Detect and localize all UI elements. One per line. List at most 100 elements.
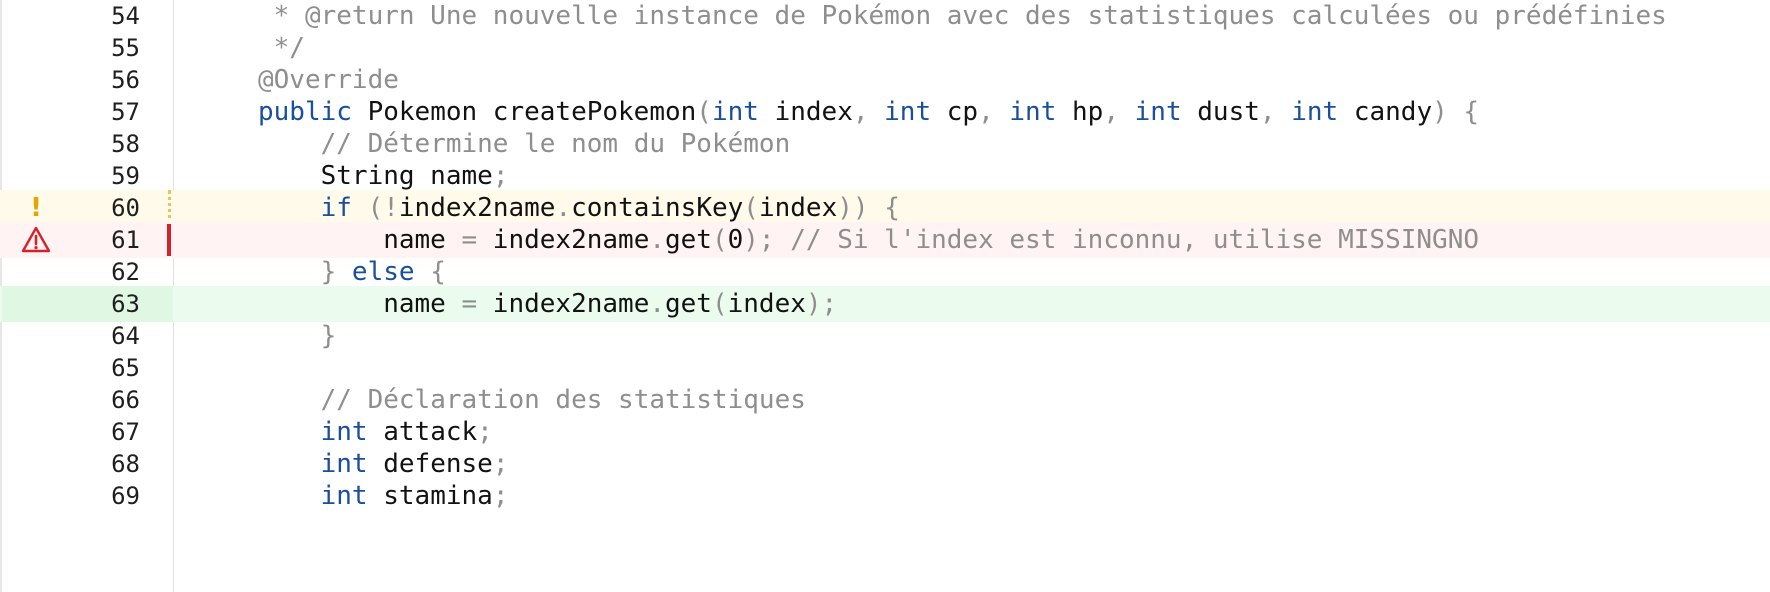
line-number: 56 xyxy=(111,66,140,94)
line-number: 61 xyxy=(111,226,140,254)
code-line[interactable]: 61 name = index2name.get(0); // Si l'ind… xyxy=(0,222,1770,258)
code-line[interactable]: 55 */ xyxy=(0,30,1770,66)
code-line[interactable]: 65 xyxy=(0,350,1770,386)
line-number: 62 xyxy=(111,258,140,286)
code-text[interactable]: String name; xyxy=(258,158,509,194)
code-token: @Override xyxy=(258,65,399,95)
code-line[interactable]: 57 public Pokemon createPokemon(int index… xyxy=(0,94,1770,130)
code-text[interactable]: } xyxy=(258,318,337,354)
code-text[interactable]: public Pokemon createPokemon(int index, … xyxy=(258,94,1479,130)
code-token: ( xyxy=(696,97,712,127)
code-token: , xyxy=(1103,97,1135,127)
code-text[interactable]: name = index2name.get(0); // Si l'index … xyxy=(258,222,1479,258)
code-line[interactable]: 63 name = index2name.get(index); xyxy=(0,286,1770,322)
code-token: String name xyxy=(258,161,493,191)
code-token: (! xyxy=(351,193,399,223)
code-token: ( xyxy=(711,225,728,255)
line-number: 55 xyxy=(111,34,140,62)
code-token: { xyxy=(414,257,446,287)
code-token: ); xyxy=(743,225,791,255)
line-number: 63 xyxy=(111,290,140,318)
code-token: int xyxy=(320,481,368,511)
line-number: 68 xyxy=(111,450,140,478)
code-text[interactable]: name = index2name.get(index); xyxy=(258,286,837,322)
code-line[interactable]: 66 // Déclaration des statistiques xyxy=(0,382,1770,418)
code-token: else xyxy=(351,257,415,287)
code-token: , xyxy=(978,97,1010,127)
code-token: containsKey xyxy=(571,193,744,223)
code-token: // Déclaration des statistiques xyxy=(320,385,806,415)
code-token: = xyxy=(461,289,478,319)
code-line[interactable]: 58 // Détermine le nom du Pokémon xyxy=(0,126,1770,162)
code-token: int xyxy=(1134,97,1182,127)
code-token: int xyxy=(320,417,368,447)
code-token: ; xyxy=(492,449,509,479)
code-token: dust xyxy=(1181,97,1260,127)
code-token: if xyxy=(320,193,352,223)
code-text[interactable]: int stamina; xyxy=(258,478,509,514)
line-number: 69 xyxy=(111,482,140,510)
code-line[interactable]: 67 int attack; xyxy=(0,414,1770,450)
code-token: = xyxy=(461,225,478,255)
code-text[interactable]: @Override xyxy=(258,62,399,98)
code-editor[interactable]: 54 * @return Une nouvelle instance de Po… xyxy=(0,0,1770,592)
code-line[interactable]: 60! if (!index2name.containsKey(index)) … xyxy=(0,190,1770,226)
code-token: get xyxy=(665,289,712,319)
line-number: 65 xyxy=(111,354,140,382)
line-number: 64 xyxy=(111,322,140,350)
warning-exclamation-icon[interactable]: ! xyxy=(20,192,52,224)
line-number: 59 xyxy=(111,162,140,190)
code-token: ( xyxy=(743,193,759,223)
code-token: , xyxy=(852,97,885,127)
code-text[interactable]: int defense; xyxy=(258,446,509,482)
code-token: } xyxy=(258,257,352,287)
code-token: hp xyxy=(1056,97,1104,127)
code-text[interactable]: */ xyxy=(258,30,305,66)
code-token: ; xyxy=(492,161,509,191)
code-text[interactable]: int attack; xyxy=(258,414,493,450)
error-change-stripe xyxy=(167,224,171,256)
code-token: index2name xyxy=(477,225,650,255)
code-text[interactable]: } else { xyxy=(258,254,446,290)
line-number: 66 xyxy=(111,386,140,414)
code-token: int xyxy=(320,449,368,479)
code-token: . xyxy=(555,193,572,223)
line-number: 67 xyxy=(111,418,140,446)
code-token: ; xyxy=(477,417,493,447)
code-line[interactable]: 62 } else { xyxy=(0,254,1770,290)
code-token: )) { xyxy=(837,193,900,223)
code-line[interactable]: 64 } xyxy=(0,318,1770,354)
code-token: * @return Une nouvelle instance de Pokém… xyxy=(258,1,1667,31)
line-number: 54 xyxy=(111,2,140,30)
code-token: ); xyxy=(805,289,838,319)
code-token: } xyxy=(258,321,337,351)
code-token: name xyxy=(258,225,462,255)
code-token: candy xyxy=(1338,97,1433,127)
code-token: ( xyxy=(711,289,728,319)
code-token: cp xyxy=(931,97,979,127)
code-text[interactable]: // Détermine le nom du Pokémon xyxy=(258,126,791,162)
triangle-warning-icon[interactable] xyxy=(20,224,52,256)
code-token: 0 xyxy=(727,225,744,255)
code-token: index xyxy=(758,97,853,127)
code-line[interactable]: 68 int defense; xyxy=(0,446,1770,482)
code-text[interactable]: // Déclaration des statistiques xyxy=(258,382,806,418)
code-line[interactable]: 54 * @return Une nouvelle instance de Po… xyxy=(0,0,1770,34)
code-line[interactable]: 59 String name; xyxy=(0,158,1770,194)
code-text[interactable]: if (!index2name.containsKey(index)) { xyxy=(258,190,900,226)
code-token: attack xyxy=(367,417,478,447)
line-number: 58 xyxy=(111,130,140,158)
code-line[interactable]: 69 int stamina; xyxy=(0,478,1770,514)
code-token: defense xyxy=(367,449,493,479)
code-token: int xyxy=(1009,97,1057,127)
code-token: . xyxy=(649,225,665,255)
code-text[interactable]: * @return Une nouvelle instance de Pokém… xyxy=(258,0,1667,34)
code-token: index xyxy=(727,289,806,319)
line-number: 57 xyxy=(111,98,140,126)
code-token: int xyxy=(1291,97,1339,127)
code-line[interactable]: 56 @Override xyxy=(0,62,1770,98)
